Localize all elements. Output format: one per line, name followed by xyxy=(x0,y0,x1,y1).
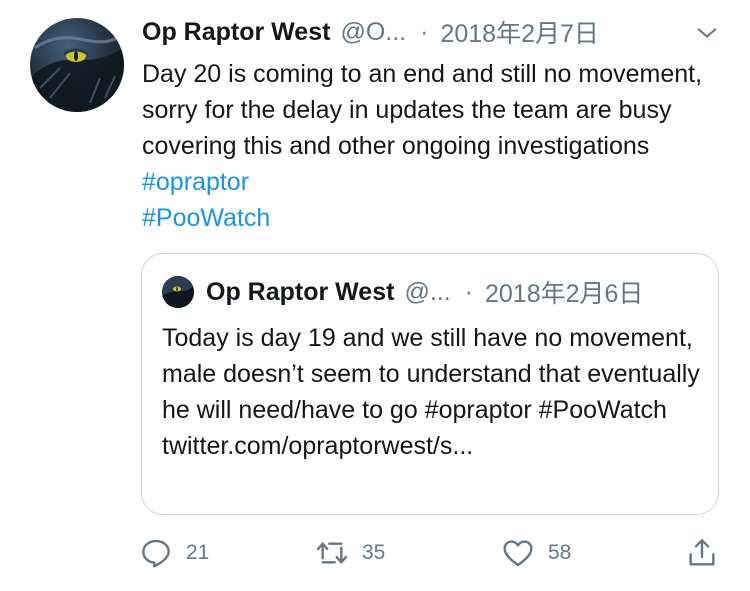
quoted-avatar xyxy=(162,276,194,308)
quoted-tweet-header: Op Raptor West @... · 2018年2月6日 xyxy=(162,274,643,310)
tweet-text: Day 20 is coming to an end and still no … xyxy=(142,56,732,236)
hashtag-opraptor[interactable]: #opraptor xyxy=(142,168,249,196)
quoted-separator-dot: · xyxy=(464,277,473,306)
tweet-date[interactable]: 2018年2月7日 xyxy=(440,14,598,50)
quoted-tweet-date: 2018年2月6日 xyxy=(485,280,644,308)
retweet-count: 35 xyxy=(362,541,386,564)
tweet-header: Op Raptor West @O... · 2018年2月7日 xyxy=(142,14,732,50)
retweet-button[interactable]: 35 xyxy=(316,532,385,574)
retweet-icon xyxy=(316,542,348,564)
author-handle[interactable]: @O... xyxy=(340,18,406,47)
share-button[interactable] xyxy=(686,532,718,574)
quoted-tweet[interactable]: Op Raptor West @... · 2018年2月6日 Today is… xyxy=(141,253,719,515)
like-count: 58 xyxy=(548,541,572,564)
share-icon xyxy=(689,539,715,566)
chevron-down-icon[interactable] xyxy=(696,22,718,44)
quoted-author-handle: @... xyxy=(404,277,451,306)
raptor-avatar-image xyxy=(30,34,124,112)
raptor-avatar-small-image xyxy=(162,276,194,308)
separator-dot: · xyxy=(420,17,429,46)
quoted-tweet-text: Today is day 19 and we still have no mov… xyxy=(162,324,700,460)
reply-icon xyxy=(142,539,170,568)
quoted-author-name: Op Raptor West xyxy=(206,277,395,306)
author-name[interactable]: Op Raptor West xyxy=(142,18,330,47)
reply-button[interactable]: 21 xyxy=(140,532,209,574)
like-button[interactable]: 58 xyxy=(502,532,571,574)
tweet-text-plain: Day 20 is coming to an end and still no … xyxy=(142,60,703,160)
heart-icon xyxy=(503,540,533,567)
tweet-actions: 21 35 58 xyxy=(140,532,730,574)
reply-count: 21 xyxy=(186,541,210,564)
avatar[interactable] xyxy=(30,18,124,112)
hashtag-poowatch[interactable]: #PooWatch xyxy=(142,204,270,232)
